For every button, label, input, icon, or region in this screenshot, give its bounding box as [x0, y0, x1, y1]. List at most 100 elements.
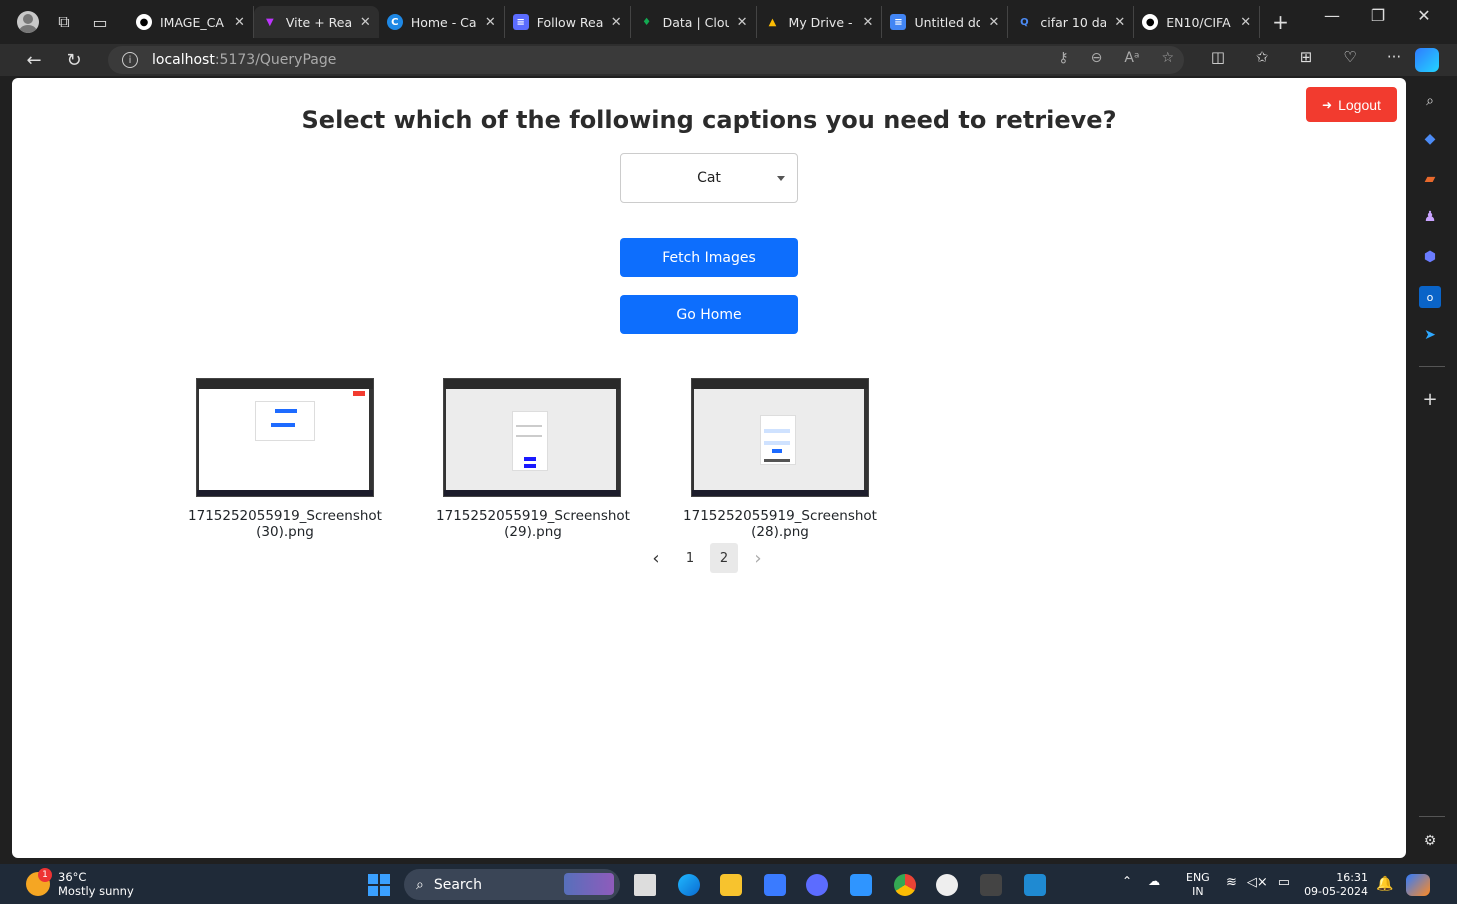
add-icon[interactable]: +: [1419, 388, 1441, 410]
bear-app-icon[interactable]: [936, 874, 958, 896]
thumb-taskbar: [197, 490, 373, 496]
profile-avatar[interactable]: [10, 4, 46, 40]
copilot-pre-icon[interactable]: [1406, 874, 1430, 896]
windows-start-icon[interactable]: [368, 874, 390, 896]
vscode-icon[interactable]: [1024, 874, 1046, 896]
favorites-icon[interactable]: ✩: [1240, 48, 1284, 66]
tab-image-ca[interactable]: ● IMAGE_CA ✕: [128, 6, 254, 38]
tab-cifar-10[interactable]: Qcifar 10 dat ✕: [1008, 6, 1135, 38]
settings-gear-icon[interactable]: ⚙: [1419, 830, 1441, 852]
thumb-button: [524, 464, 536, 468]
image-caption: 1715252055919_Screenshot (28).png: [683, 508, 877, 540]
search-highlight-image: [564, 873, 614, 895]
tab-vite-react[interactable]: ▼ Vite + Reac ✕: [253, 6, 379, 38]
task-view-icon[interactable]: [634, 874, 656, 896]
url-actions: ⚷ ⊖ Aᵃ ☆: [1058, 50, 1174, 66]
copilot-taskbar-icon[interactable]: [806, 874, 828, 896]
tools-briefcase-icon[interactable]: ▰: [1419, 168, 1441, 190]
thumb-logout: [353, 391, 365, 396]
url-path: :5173/QueryPage: [214, 52, 337, 68]
thumb-screen: [199, 389, 369, 490]
weather-widget[interactable]: 1 36°C Mostly sunny: [26, 868, 134, 898]
tab-actions-icon[interactable]: ▭: [82, 4, 118, 40]
close-icon[interactable]: ✕: [1114, 15, 1125, 30]
chrome-icon[interactable]: [894, 874, 916, 896]
image-thumbnail[interactable]: [691, 378, 869, 497]
ms-store-icon[interactable]: [764, 874, 786, 896]
thumb-taskbar: [692, 490, 868, 496]
browser-essentials-icon[interactable]: ♡: [1328, 48, 1372, 66]
edge-icon[interactable]: [678, 874, 700, 896]
go-home-button[interactable]: Go Home: [620, 295, 798, 334]
close-icon[interactable]: ✕: [234, 15, 245, 30]
file-explorer-icon[interactable]: [720, 874, 742, 896]
browser-tab-bar: ⧉ ▭ ● IMAGE_CA ✕ ▼ Vite + Reac ✕ C Home - Ca ✕…: [0, 0, 1457, 44]
thumb-line: [764, 459, 790, 462]
terminal-icon[interactable]: [980, 874, 1002, 896]
copilot-icon[interactable]: [1415, 48, 1439, 72]
chevron-up-icon[interactable]: ⌃: [1122, 874, 1132, 888]
pagination-page-1[interactable]: 1: [676, 543, 704, 573]
zoom-out-icon[interactable]: ⊖: [1091, 50, 1103, 66]
lang-top: ENG: [1186, 871, 1210, 884]
read-aloud-icon[interactable]: Aᵃ: [1124, 50, 1139, 66]
refresh-icon[interactable]: ↻: [54, 50, 94, 71]
pagination-page-2[interactable]: 2: [710, 543, 738, 573]
caption-select[interactable]: Cat: [620, 153, 798, 203]
games-icon[interactable]: ♟: [1419, 206, 1441, 228]
fetch-images-button[interactable]: Fetch Images: [620, 238, 798, 277]
close-icon[interactable]: ✕: [1240, 15, 1251, 30]
tab-label: Vite + Reac: [285, 14, 352, 30]
split-screen-icon[interactable]: ◫: [1196, 48, 1240, 66]
close-icon[interactable]: ✕: [988, 15, 999, 30]
thumb-button: [524, 457, 536, 461]
web-page: ➜ Logout Select which of the following ca…: [12, 78, 1406, 858]
system-tray: ⌃ ☁: [1122, 874, 1160, 888]
restore-icon[interactable]: ❐: [1355, 6, 1401, 25]
more-icon[interactable]: ···: [1372, 48, 1416, 66]
close-icon[interactable]: ✕: [611, 15, 622, 30]
thumb-line: [516, 435, 542, 437]
workspaces-icon[interactable]: ⧉: [46, 4, 82, 40]
close-window-icon[interactable]: ✕: [1401, 6, 1447, 25]
new-tab-icon[interactable]: +: [1272, 10, 1289, 34]
send-icon[interactable]: ➤: [1419, 324, 1441, 346]
mongodb-leaf-icon: ♦: [642, 16, 652, 28]
tab-follow-rea[interactable]: ≡ Follow Rea ✕: [505, 6, 631, 38]
tab-en10-cifar[interactable]: ● EN10/CIFA ✕: [1134, 6, 1261, 38]
onedrive-icon[interactable]: ☁: [1148, 874, 1160, 888]
windows-taskbar: 1 36°C Mostly sunny ⌕ Search ⌃ ☁ ENG IN …: [0, 864, 1457, 904]
close-icon[interactable]: ✕: [737, 15, 748, 30]
pagination-next[interactable]: ›: [744, 543, 772, 573]
battery-icon: ▭: [1277, 875, 1291, 890]
tab-untitled-doc[interactable]: ≡ Untitled do ✕: [882, 6, 1009, 38]
mail-icon[interactable]: [850, 874, 872, 896]
address-bar-row: ← ↻ i localhost:5173/QueryPage ⚷ ⊖ Aᵃ ☆ …: [0, 44, 1457, 76]
close-icon[interactable]: ✕: [485, 15, 496, 30]
tab-label: Home - Ca: [410, 14, 477, 30]
notification-bell-icon[interactable]: 🔔: [1376, 876, 1393, 892]
clock[interactable]: 16:31 09-05-2024: [1304, 871, 1368, 899]
copilot-sidebar-icon[interactable]: ⬢: [1419, 246, 1441, 268]
image-thumbnail[interactable]: [443, 378, 621, 497]
close-icon[interactable]: ✕: [360, 15, 371, 30]
outlook-icon[interactable]: o: [1419, 286, 1441, 308]
favorite-star-icon[interactable]: ☆: [1161, 50, 1174, 66]
quick-settings[interactable]: ≋ ◁× ▭: [1226, 875, 1290, 890]
taskbar-search[interactable]: ⌕ Search: [404, 869, 620, 900]
key-icon[interactable]: ⚷: [1058, 50, 1068, 66]
minimize-icon[interactable]: —: [1309, 6, 1355, 25]
back-icon[interactable]: ←: [14, 50, 54, 71]
info-icon[interactable]: i: [122, 52, 138, 68]
collections-icon[interactable]: ⊞: [1284, 48, 1328, 66]
tab-data-cloud[interactable]: ♦ Data | Clou ✕: [631, 6, 757, 38]
pagination-prev[interactable]: ‹: [642, 543, 670, 573]
tab-my-drive[interactable]: ▲ My Drive - ✕: [757, 6, 883, 38]
close-icon[interactable]: ✕: [863, 15, 874, 30]
language-indicator[interactable]: ENG IN: [1186, 871, 1210, 899]
image-thumbnail[interactable]: [196, 378, 374, 497]
tab-home-ca[interactable]: C Home - Ca ✕: [379, 6, 505, 38]
url-field[interactable]: i localhost:5173/QueryPage ⚷ ⊖ Aᵃ ☆: [108, 46, 1184, 74]
search-icon[interactable]: ⌕: [1419, 90, 1441, 112]
shopping-tag-icon[interactable]: ◆: [1419, 128, 1441, 150]
